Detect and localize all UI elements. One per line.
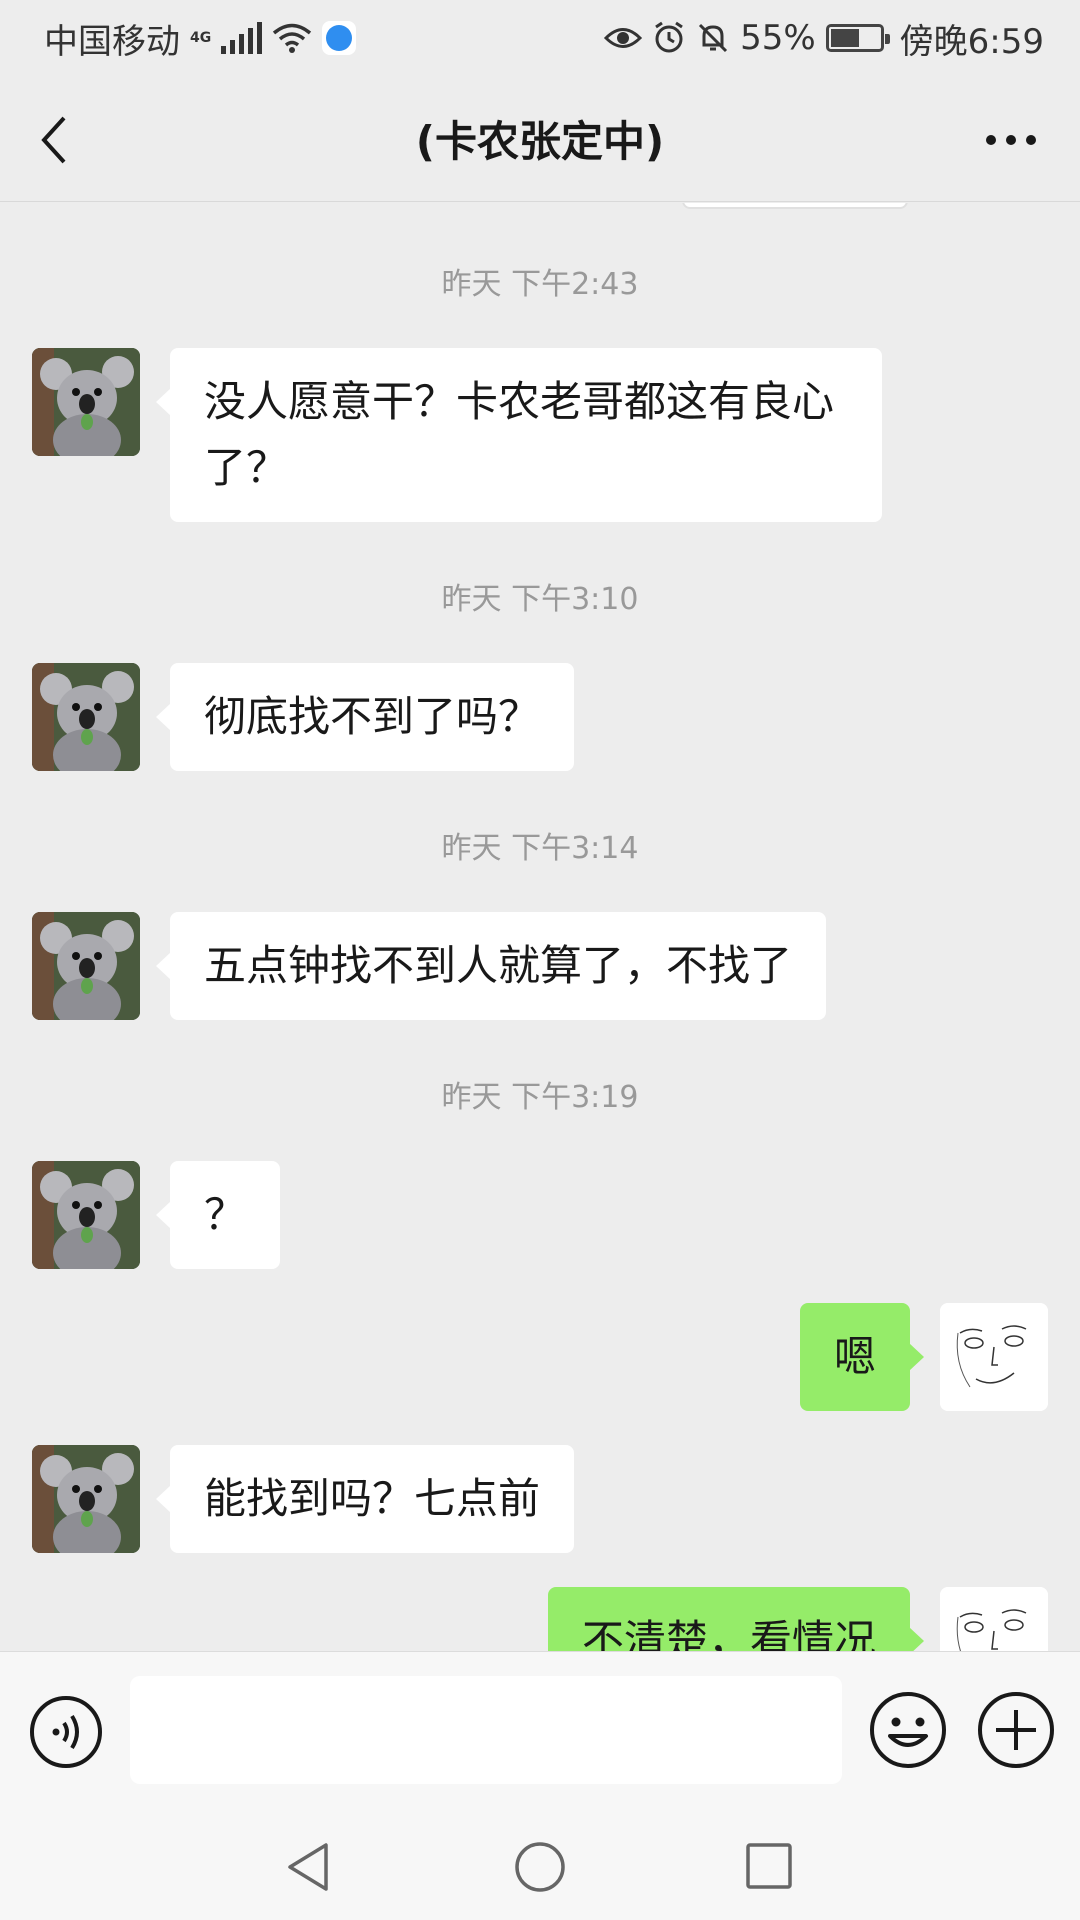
contact-avatar[interactable] (32, 912, 140, 1020)
chat-title: (卡农张定中) (415, 117, 665, 166)
input-bar (0, 1651, 1080, 1811)
eye-icon (604, 28, 643, 48)
koala-avatar-icon (32, 348, 140, 456)
previous-message-edge (682, 203, 908, 209)
message-input[interactable] (130, 1676, 842, 1784)
nav-home-button[interactable] (505, 1831, 575, 1901)
mute-bell-icon (699, 23, 728, 53)
square-recents-icon (746, 1843, 792, 1889)
message-row: 能找到吗？七点前 (32, 1445, 604, 1553)
self-avatar[interactable] (940, 1587, 1048, 1651)
message-bubble[interactable]: 彻底找不到了吗？ (155, 663, 575, 771)
koala-avatar-icon (32, 912, 140, 1020)
koala-avatar-icon (32, 1445, 140, 1553)
message-row: ？ (32, 1161, 310, 1269)
chat-header: (卡农张定中) (0, 76, 1080, 202)
voice-input-button[interactable] (28, 1694, 104, 1770)
more-options-button[interactable] (968, 102, 1054, 178)
contact-avatar[interactable] (32, 1161, 140, 1269)
notification-app-icon (322, 21, 357, 55)
koala-avatar-icon (32, 1161, 140, 1269)
signal-icon (221, 22, 263, 54)
back-button[interactable] (26, 102, 102, 178)
more-dot-icon (1026, 135, 1036, 145)
self-avatar[interactable] (940, 1303, 1048, 1411)
contact-avatar[interactable] (32, 663, 140, 771)
voice-icon (30, 1696, 102, 1768)
koala-avatar-icon (32, 663, 140, 771)
message-bubble[interactable]: 不清楚，看情况 (547, 1587, 925, 1651)
timestamp: 昨天 下午2:43 (441, 267, 639, 302)
message-row: 彻底找不到了吗？ (32, 663, 604, 771)
carrier-name: 中国移动 (44, 21, 180, 62)
contact-avatar[interactable] (32, 1445, 140, 1553)
emoji-icon (870, 1692, 946, 1768)
nav-back-button[interactable] (274, 1831, 344, 1901)
sketch-face-avatar-icon (940, 1587, 1048, 1651)
message-row: 嗯 (770, 1303, 1048, 1411)
sketch-face-avatar-icon (940, 1303, 1048, 1411)
timestamp: 昨天 下午3:14 (441, 831, 639, 866)
plus-icon (978, 1692, 1054, 1768)
system-navigation-bar (0, 1811, 1080, 1920)
status-left: 中国移动 4G (44, 14, 357, 63)
circle-home-icon (515, 1842, 565, 1892)
status-right: 55% 傍晚6:59 (604, 14, 1044, 63)
message-bubble[interactable]: ？ (155, 1161, 281, 1269)
wifi-icon (273, 23, 312, 53)
clock: 傍晚6:59 (899, 21, 1044, 62)
chevron-left-icon (41, 116, 66, 164)
battery-percent: 55% (740, 18, 816, 58)
alarm-icon (655, 21, 683, 53)
emoji-button[interactable] (868, 1690, 948, 1770)
more-dot-icon (986, 135, 996, 145)
timestamp: 昨天 下午3:10 (441, 582, 639, 617)
timestamp: 昨天 下午3:19 (441, 1080, 639, 1115)
message-bubble[interactable]: 嗯 (799, 1303, 925, 1411)
battery-icon (825, 24, 890, 52)
nav-recents-button[interactable] (735, 1831, 805, 1901)
more-functions-button[interactable] (976, 1690, 1056, 1770)
message-row: 五点钟找不到人就算了，不找了 (32, 912, 856, 1020)
network-type: 4G (190, 30, 212, 46)
message-bubble[interactable]: 能找到吗？七点前 (155, 1445, 575, 1553)
message-row: 不清楚，看情况 (518, 1587, 1048, 1651)
more-dot-icon (1006, 135, 1016, 145)
status-bar: 中国移动 4G 55% 傍晚6:59 (0, 0, 1080, 76)
chat-area[interactable]: 昨天 下午2:43 没人愿意干？卡农老哥都这有良心了？ 昨天 下午3:10 彻底… (0, 203, 1080, 1651)
message-row: 没人愿意干？卡农老哥都这有良心了？ (32, 348, 912, 522)
triangle-back-icon (288, 1843, 328, 1891)
message-bubble[interactable]: 五点钟找不到人就算了，不找了 (155, 912, 827, 1020)
contact-avatar[interactable] (32, 348, 140, 456)
message-bubble[interactable]: 没人愿意干？卡农老哥都这有良心了？ (156, 348, 882, 522)
